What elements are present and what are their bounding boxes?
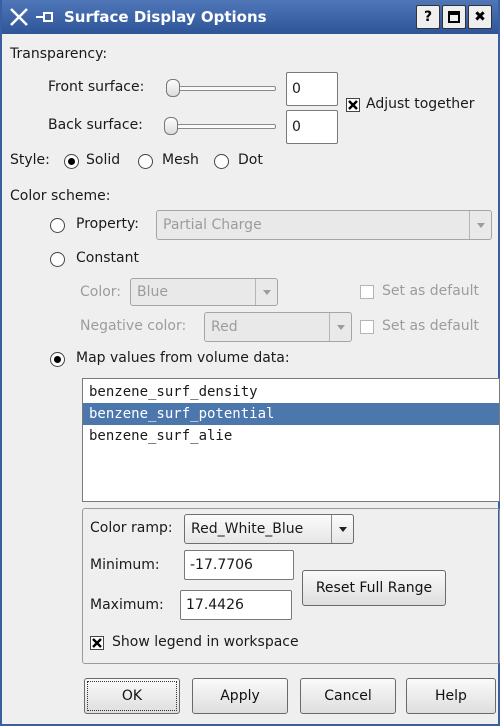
color-ramp-select-value: Red_White_Blue	[191, 521, 304, 537]
chevron-down-icon[interactable]	[331, 515, 353, 543]
map-values-label: Map values from volume data:	[76, 350, 290, 366]
list-item-selected[interactable]: benzene_surf_potential	[83, 403, 499, 425]
map-values-radio[interactable]	[50, 352, 65, 367]
set-default-checkbox-2[interactable]	[360, 320, 374, 334]
title-bar[interactable]: Surface Display Options ? ✖	[2, 0, 498, 34]
close-icon: ✖	[474, 9, 486, 25]
back-surface-slider[interactable]	[164, 116, 276, 136]
pin-icon[interactable]	[34, 6, 56, 28]
show-legend-checkbox[interactable]	[90, 636, 104, 650]
style-solid-label: Solid	[86, 152, 121, 168]
minimum-input[interactable]: -17.7706	[184, 550, 294, 580]
front-surface-input[interactable]: 0	[286, 72, 338, 106]
set-default-label-2: Set as default	[382, 318, 480, 334]
set-default-checkbox[interactable]	[360, 285, 374, 299]
adjust-together-checkbox[interactable]	[346, 98, 360, 112]
maximize-button[interactable]	[442, 5, 466, 29]
style-mesh-label: Mesh	[162, 152, 199, 168]
checkmark-x-icon	[348, 100, 358, 110]
constant-radio[interactable]	[50, 252, 65, 267]
color-scheme-heading: Color scheme:	[10, 188, 111, 204]
reset-full-range-button[interactable]: Reset Full Range	[302, 570, 446, 606]
color-label: Color:	[80, 284, 122, 300]
window-title: Surface Display Options	[64, 8, 267, 26]
surface-display-options-window: Surface Display Options ? ✖ Transparency…	[0, 0, 500, 726]
chevron-down-icon[interactable]	[255, 279, 277, 305]
back-slider-handle[interactable]	[164, 117, 178, 135]
color-select-value: Blue	[137, 284, 168, 300]
list-item[interactable]: benzene_surf_density	[83, 381, 499, 403]
property-label: Property:	[76, 216, 139, 232]
minimum-label: Minimum:	[90, 557, 160, 573]
back-surface-label: Back surface:	[48, 117, 143, 133]
checkmark-x-icon	[92, 638, 102, 648]
adjust-together-label: Adjust together	[366, 96, 475, 112]
close-button[interactable]: ✖	[468, 5, 492, 29]
transparency-heading: Transparency:	[10, 46, 108, 62]
style-dot-label: Dot	[238, 152, 263, 168]
back-surface-input[interactable]: 0	[286, 110, 338, 144]
ok-button[interactable]: OK	[84, 678, 180, 714]
window-menu-icon[interactable]	[8, 6, 30, 28]
apply-button[interactable]: Apply	[192, 678, 288, 714]
front-surface-slider[interactable]	[166, 78, 276, 98]
style-label: Style:	[10, 152, 50, 168]
negative-color-select-value: Red	[211, 319, 238, 335]
chevron-down-icon[interactable]	[329, 313, 351, 341]
show-legend-label: Show legend in workspace	[112, 634, 299, 650]
style-mesh-radio[interactable]	[138, 154, 153, 169]
negative-color-label: Negative color:	[80, 318, 187, 334]
property-select-value: Partial Charge	[163, 217, 262, 233]
maximum-input[interactable]: 17.4426	[180, 590, 292, 620]
style-dot-radio[interactable]	[214, 154, 229, 169]
chevron-down-icon[interactable]	[469, 211, 491, 239]
color-select[interactable]: Blue	[130, 278, 278, 306]
style-solid-radio[interactable]	[64, 154, 79, 169]
property-radio[interactable]	[50, 218, 65, 233]
cancel-button[interactable]: Cancel	[300, 678, 396, 714]
color-ramp-select[interactable]: Red_White_Blue	[184, 514, 354, 544]
front-surface-label: Front surface:	[48, 79, 145, 95]
maximum-label: Maximum:	[90, 597, 164, 613]
help-title-button[interactable]: ?	[416, 5, 440, 29]
constant-label: Constant	[76, 250, 139, 266]
help-button[interactable]: Help	[406, 678, 496, 714]
property-select[interactable]: Partial Charge	[156, 210, 492, 240]
list-item[interactable]: benzene_surf_alie	[83, 425, 499, 447]
color-ramp-label: Color ramp:	[90, 520, 173, 536]
front-slider-handle[interactable]	[166, 79, 180, 97]
negative-color-select[interactable]: Red	[204, 312, 352, 342]
maximize-icon	[448, 11, 460, 23]
set-default-label: Set as default	[382, 283, 480, 299]
volume-data-list[interactable]: benzene_surf_density benzene_surf_potent…	[82, 378, 500, 502]
